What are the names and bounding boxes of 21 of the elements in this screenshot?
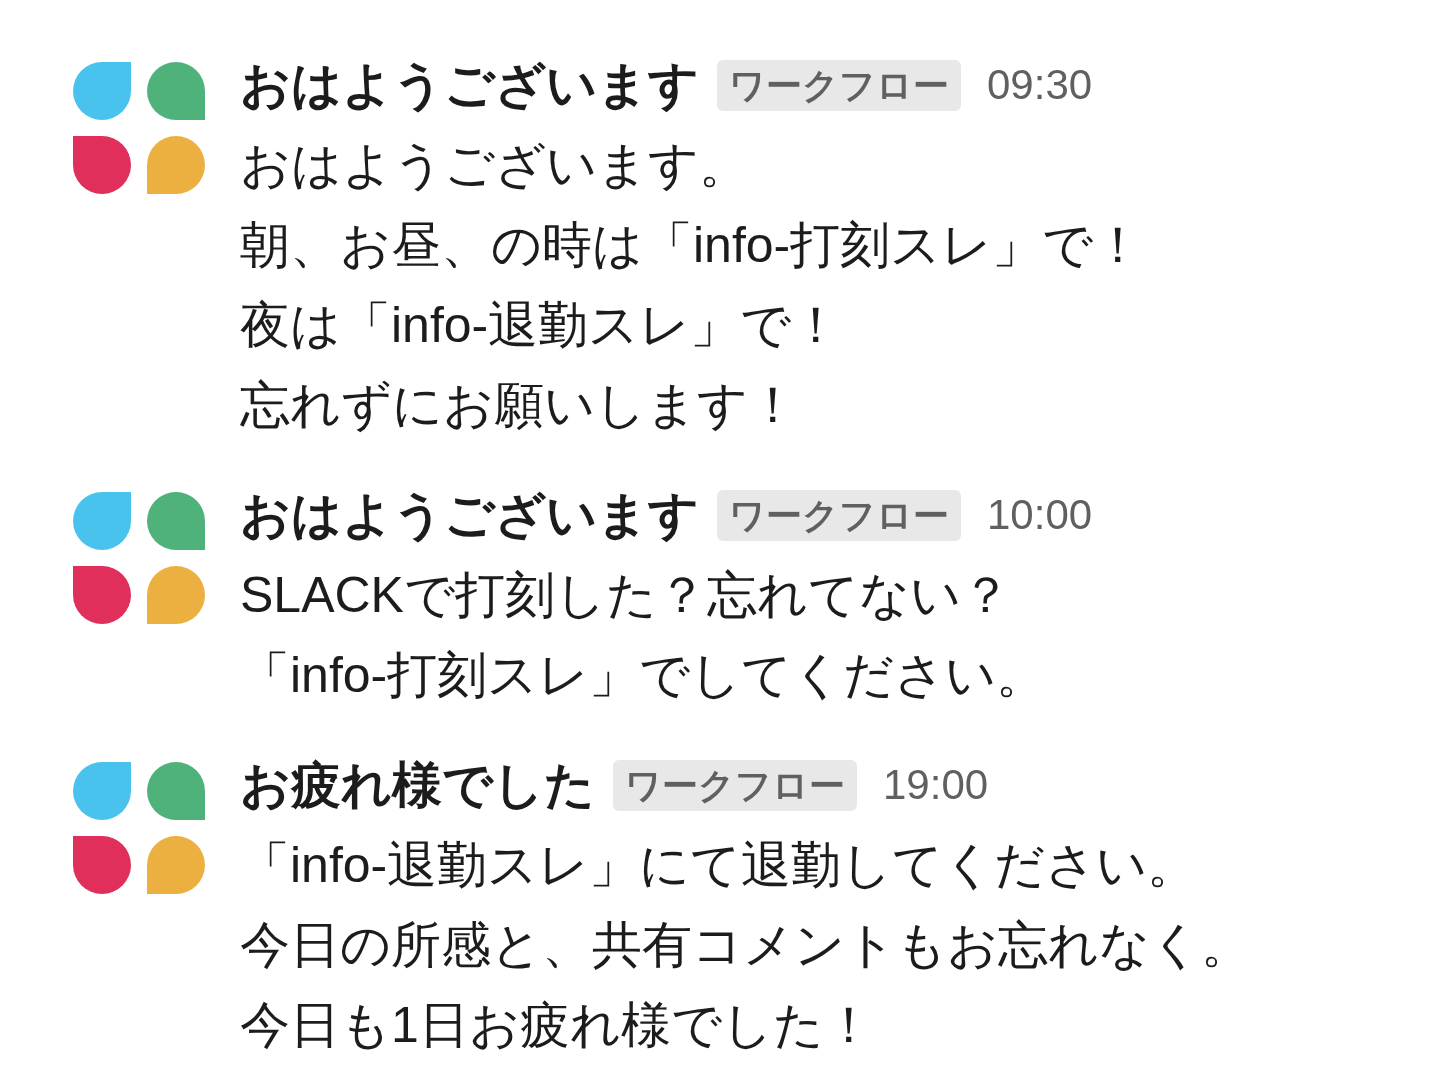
avatar-icon <box>73 762 205 894</box>
sender-name[interactable]: おはようございます <box>240 55 699 115</box>
avatar-icon <box>73 492 205 624</box>
avatar-icon <box>73 62 205 194</box>
app-badge: ワークフロー <box>613 759 857 811</box>
message-text: おはようございます。 <box>240 136 749 195</box>
timestamp: 19:00 <box>883 759 989 810</box>
app-badge: ワークフロー <box>717 59 961 111</box>
app-badge: ワークフロー <box>717 489 961 541</box>
message-text: 今日も1日お疲れ様でした！ <box>240 996 874 1055</box>
message-text: SLACKで打刻した？忘れてない？ <box>240 566 1011 625</box>
sender-name[interactable]: おはようございます <box>240 485 699 545</box>
message-text: 朝、お昼、の時は「info-打刻スレ」で！ <box>240 216 1144 275</box>
message-text: 「info-打刻スレ」でしてください。 <box>240 646 1047 705</box>
message-text: 忘れずにお願いします！ <box>240 376 798 435</box>
message-text: 今日の所感と、共有コメントもお忘れなく。 <box>240 916 1251 975</box>
sender-name[interactable]: お疲れ様でした <box>240 755 595 815</box>
timestamp: 10:00 <box>987 489 1093 540</box>
message-text: 夜は「info-退勤スレ」で！ <box>240 296 842 355</box>
message-text: 「info-退勤スレ」にて退勤してください。 <box>240 836 1198 895</box>
timestamp: 09:30 <box>987 59 1093 110</box>
